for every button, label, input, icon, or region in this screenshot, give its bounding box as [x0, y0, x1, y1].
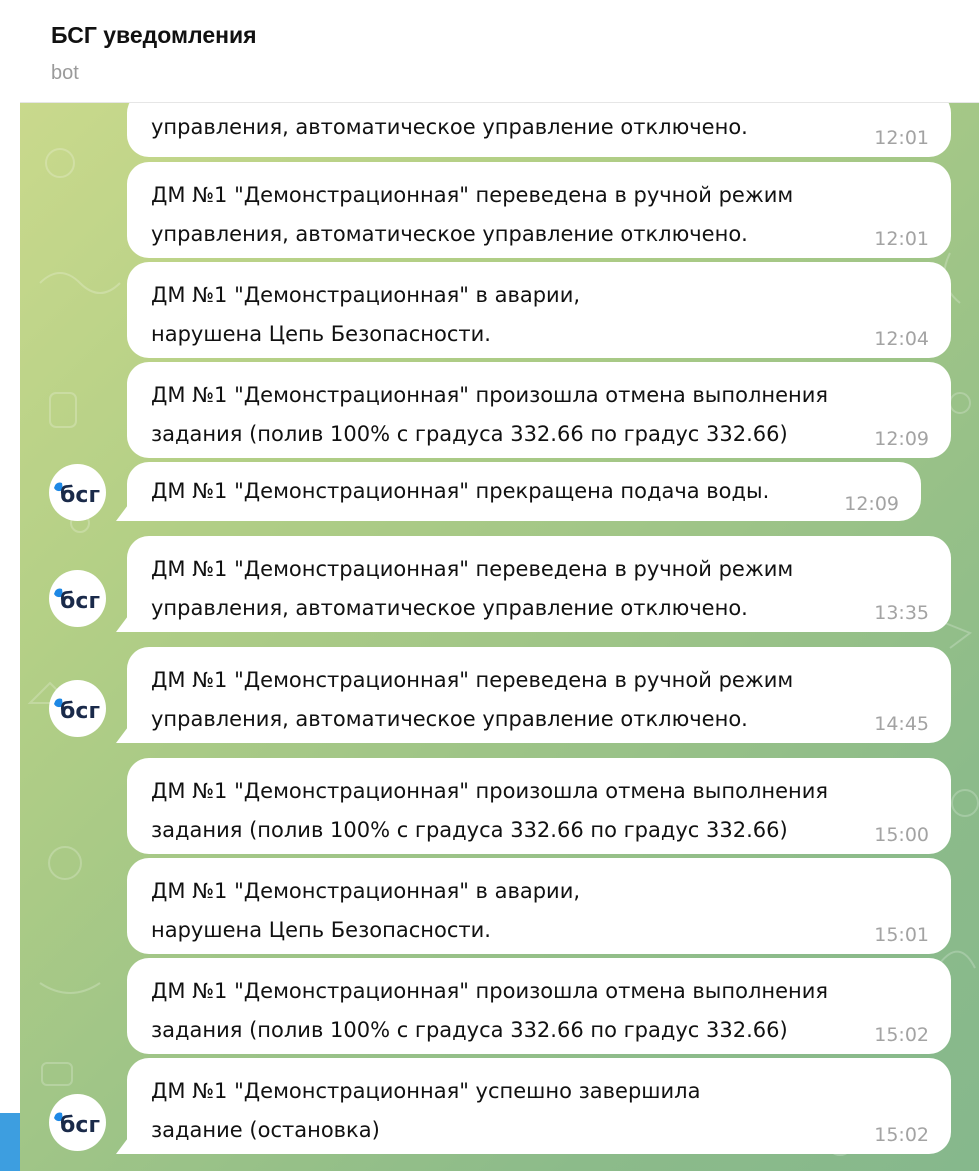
message-text: управления, автоматическое управление от…: [151, 115, 748, 139]
message-text: ДМ №1 "Демонстрационная" прекращена пода…: [151, 479, 770, 503]
message-time: 15:00: [874, 824, 929, 846]
message-bubble[interactable]: ДМ №1 "Демонстрационная" переведена в ру…: [127, 162, 951, 258]
bot-avatar[interactable]: бсг: [49, 464, 106, 521]
message-bubble[interactable]: ДМ №1 "Демонстрационная" в аварии, наруш…: [127, 858, 951, 954]
message-text: ДМ №1 "Демонстрационная" произошла отмен…: [151, 779, 829, 842]
bsg-logo-icon: бсг: [54, 698, 100, 724]
message-list[interactable]: управления, автоматическое управление от…: [20, 103, 979, 1171]
message-time: 14:45: [874, 713, 929, 735]
message-bubble[interactable]: ДМ №1 "Демонстрационная" произошла отмен…: [127, 958, 951, 1054]
bsg-logo-icon: бсг: [54, 1112, 100, 1138]
left-panel-edge: [0, 0, 20, 1171]
message-bubble[interactable]: управления, автоматическое управление от…: [127, 103, 951, 157]
message-time: 12:09: [874, 428, 929, 450]
message-bubble[interactable]: ДМ №1 "Демонстрационная" переведена в ру…: [127, 647, 951, 743]
message-bubble[interactable]: ДМ №1 "Демонстрационная" произошла отмен…: [127, 362, 951, 458]
bot-avatar[interactable]: бсг: [49, 680, 106, 737]
message-bubble[interactable]: ДМ №1 "Демонстрационная" прекращена пода…: [127, 462, 921, 521]
chat-title: БСГ уведомления: [51, 22, 257, 48]
message-bubble[interactable]: ДМ №1 "Демонстрационная" переведена в ру…: [127, 536, 951, 632]
logo-text: бсг: [60, 1113, 100, 1138]
message-text: ДМ №1 "Демонстрационная" переведена в ру…: [151, 183, 794, 246]
logo-text: бсг: [60, 483, 100, 508]
message-text: ДМ №1 "Демонстрационная" произошла отмен…: [151, 383, 829, 446]
chat-header[interactable]: БСГ уведомления bot: [20, 0, 979, 103]
message-bubble[interactable]: ДМ №1 "Демонстрационная" в аварии, наруш…: [127, 262, 951, 358]
message-text: ДМ №1 "Демонстрационная" переведена в ру…: [151, 557, 794, 620]
message-text: ДМ №1 "Демонстрационная" в аварии, наруш…: [151, 879, 581, 942]
message-time: 15:02: [874, 1124, 929, 1146]
message-time: 12:09: [844, 493, 899, 515]
bot-avatar[interactable]: бсг: [49, 570, 106, 627]
bsg-logo-icon: бсг: [54, 482, 100, 508]
logo-text: бсг: [60, 699, 100, 724]
chat-subtitle: bot: [51, 62, 79, 84]
message-text: ДМ №1 "Демонстрационная" успешно заверши…: [151, 1079, 701, 1142]
message-time: 15:02: [874, 1024, 929, 1046]
logo-text: бсг: [60, 589, 100, 614]
message-time: 15:01: [874, 924, 929, 946]
message-time: 12:01: [874, 127, 929, 149]
bsg-logo-icon: бсг: [54, 588, 100, 614]
message-time: 12:01: [874, 228, 929, 250]
message-bubble[interactable]: ДМ №1 "Демонстрационная" успешно заверши…: [127, 1058, 951, 1154]
message-text: ДМ №1 "Демонстрационная" произошла отмен…: [151, 979, 829, 1042]
message-text: ДМ №1 "Демонстрационная" переведена в ру…: [151, 668, 794, 731]
message-bubble[interactable]: ДМ №1 "Демонстрационная" произошла отмен…: [127, 758, 951, 854]
left-panel-accent: [0, 1113, 20, 1171]
message-time: 12:04: [874, 328, 929, 350]
bot-avatar[interactable]: бсг: [49, 1094, 106, 1151]
message-text: ДМ №1 "Демонстрационная" в аварии, наруш…: [151, 283, 581, 346]
message-time: 13:35: [874, 602, 929, 624]
